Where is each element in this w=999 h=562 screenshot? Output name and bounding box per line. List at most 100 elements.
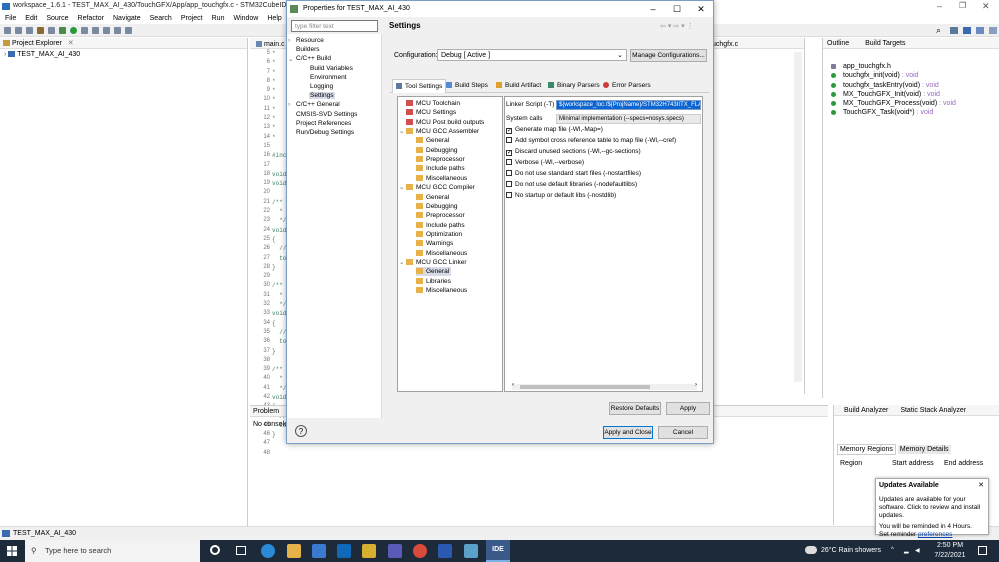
scroll-left-icon[interactable]: ‹ bbox=[512, 382, 514, 388]
search-tool-icon[interactable] bbox=[103, 27, 110, 34]
menu-window[interactable]: Window bbox=[233, 15, 258, 22]
nav-item-project-references[interactable]: Project References bbox=[295, 120, 352, 127]
taskbar-search[interactable]: ⚲ Type here to search bbox=[25, 540, 200, 562]
forward-arrow-icon[interactable]: ⇨ bbox=[673, 23, 679, 30]
outline-tab[interactable]: Outline bbox=[827, 40, 849, 47]
volume-icon[interactable]: ◀ bbox=[915, 547, 920, 554]
tool-item-mcu-gcc-assembler[interactable]: ⌄ MCU GCC Assembler bbox=[399, 127, 481, 136]
tab-build-steps[interactable]: Build Steps bbox=[443, 79, 491, 93]
checkbox-icon[interactable] bbox=[506, 137, 512, 143]
cortana-icon[interactable] bbox=[210, 545, 220, 555]
nav-item-settings[interactable]: Settings bbox=[309, 92, 335, 100]
outline-item[interactable]: touchgfx_taskEntry(void): void bbox=[823, 81, 998, 90]
editor-tab-current[interactable]: uchgfx.c bbox=[712, 39, 738, 50]
notification-close-icon[interactable]: ✕ bbox=[978, 481, 984, 489]
menu-run[interactable]: Run bbox=[212, 15, 225, 22]
checkbox-icon[interactable] bbox=[506, 192, 512, 198]
menu-navigate[interactable]: Navigate bbox=[113, 15, 141, 22]
tab-error-parsers[interactable]: Error Parsers bbox=[600, 79, 654, 93]
file-explorer-icon[interactable] bbox=[287, 544, 301, 558]
search-icon[interactable]: ⌕ bbox=[936, 25, 941, 36]
forward-icon[interactable] bbox=[125, 27, 132, 34]
option-checkbox[interactable]: ✓ Generate map file (-Wl,-Map=) bbox=[506, 126, 603, 134]
tool-item-miscellaneous[interactable]: Miscellaneous bbox=[416, 286, 469, 295]
tool-item-debugging[interactable]: Debugging bbox=[416, 146, 459, 155]
chevron-down-icon[interactable]: ⌄ bbox=[399, 258, 404, 267]
build-icon[interactable] bbox=[37, 27, 44, 34]
ide-perspective-icon[interactable] bbox=[989, 27, 997, 34]
code-content[interactable]: * * * * * * * * * * #inc void void/** * */void{ // t… bbox=[272, 49, 286, 458]
windows-start-icon[interactable] bbox=[7, 546, 17, 556]
clock-date[interactable]: 7/22/2021 bbox=[930, 552, 970, 559]
build-analyzer-tab[interactable]: Build Analyzer bbox=[844, 407, 888, 414]
tool-item-libraries[interactable]: Libraries bbox=[416, 277, 453, 286]
filter-input[interactable]: type filter text bbox=[291, 20, 378, 32]
chevron-down-icon[interactable]: ⌄ bbox=[399, 183, 404, 192]
tab-build-artifact[interactable]: Build Artifact bbox=[493, 79, 544, 93]
checkbox-icon[interactable] bbox=[506, 170, 512, 176]
nav-item-build-variables[interactable]: Build Variables bbox=[309, 65, 354, 72]
checkbox-checked-icon[interactable]: ✓ bbox=[506, 128, 512, 134]
apply-button[interactable]: Apply bbox=[666, 402, 710, 415]
system-calls-select[interactable]: Minimal implementation (--specs=nosys.sp… bbox=[556, 114, 701, 124]
menu-source[interactable]: Source bbox=[46, 15, 68, 22]
option-checkbox[interactable]: Do not use default libraries (-nodefault… bbox=[506, 181, 637, 188]
option-checkbox[interactable]: No startup or default libs (-nostdlib) bbox=[506, 192, 616, 199]
chevron-right-icon[interactable]: › bbox=[288, 101, 290, 108]
tool-item-mcu-gcc-compiler[interactable]: ⌄ MCU GCC Compiler bbox=[399, 183, 477, 192]
tool-item-miscellaneous[interactable]: Miscellaneous bbox=[416, 249, 469, 258]
project-explorer-tab[interactable]: Project Explorer ✕ bbox=[0, 38, 247, 49]
tool-item-mcu-settings[interactable]: MCU Settings bbox=[406, 108, 458, 117]
tool-item-optimization[interactable]: Optimization bbox=[416, 230, 464, 239]
tab-tool-settings[interactable]: Tool Settings bbox=[392, 79, 447, 93]
debug-perspective-icon[interactable] bbox=[976, 27, 984, 34]
nav-item-c-c-general[interactable]: › C/C++ General bbox=[288, 101, 341, 108]
perspective-icon[interactable] bbox=[950, 27, 958, 34]
outlook-icon[interactable] bbox=[337, 544, 351, 558]
dialog-close-icon[interactable]: ✕ bbox=[689, 1, 713, 17]
menu-project[interactable]: Project bbox=[181, 15, 203, 22]
tool-item-include-paths[interactable]: Include paths bbox=[416, 221, 467, 230]
close-view-icon[interactable]: ✕ bbox=[68, 40, 74, 47]
nav-item-cmsis-svd-settings[interactable]: CMSIS-SVD Settings bbox=[295, 111, 358, 118]
configuration-select[interactable]: Debug [ Active ] ⌄ bbox=[437, 49, 627, 61]
stm32cubeide-taskbar-button[interactable]: IDE bbox=[486, 540, 510, 562]
back-icon[interactable] bbox=[114, 27, 121, 34]
close-icon[interactable]: ✕ bbox=[982, 1, 990, 12]
build-targets-tab[interactable]: Build Targets bbox=[865, 40, 905, 47]
option-checkbox[interactable]: Verbose (-Wl,--verbose) bbox=[506, 159, 584, 166]
new-icon[interactable] bbox=[4, 27, 11, 34]
tool-item-mcu-toolchain[interactable]: MCU Toolchain bbox=[406, 99, 462, 108]
memory-regions-tab[interactable]: Memory Regions bbox=[837, 444, 896, 455]
chevron-down-icon[interactable]: ⌄ bbox=[288, 55, 293, 63]
outline-item[interactable]: MX_TouchGFX_Process(void): void bbox=[823, 99, 998, 108]
cancel-button[interactable]: Cancel bbox=[658, 426, 708, 439]
view-menu-icon[interactable]: ⋮ bbox=[687, 23, 694, 30]
scroll-right-icon[interactable]: › bbox=[695, 382, 697, 388]
checkbox-icon[interactable] bbox=[506, 159, 512, 165]
outline-item[interactable]: app_touchgfx.h bbox=[823, 62, 998, 71]
checkbox-checked-icon[interactable]: ✓ bbox=[506, 150, 512, 156]
cpp-perspective-icon[interactable] bbox=[963, 27, 971, 34]
tool-item-general[interactable]: General bbox=[416, 136, 451, 145]
notifications-icon[interactable] bbox=[978, 546, 987, 555]
external-tools-icon[interactable] bbox=[81, 27, 88, 34]
forward-menu-icon[interactable]: ▾ bbox=[681, 23, 685, 30]
updates-notification[interactable]: Updates Available ✕ Updates are availabl… bbox=[875, 478, 989, 538]
static-stack-analyzer-tab[interactable]: Static Stack Analyzer bbox=[900, 407, 966, 414]
explorer-folder-icon[interactable] bbox=[362, 544, 376, 558]
mail-icon[interactable] bbox=[312, 544, 326, 558]
tree-item-project[interactable]: › TEST_MAX_AI_430 bbox=[4, 51, 80, 58]
word-icon[interactable] bbox=[438, 544, 452, 558]
chrome-icon[interactable] bbox=[413, 544, 427, 558]
nav-item-run-debug-settings[interactable]: Run/Debug Settings bbox=[295, 129, 355, 136]
back-menu-icon[interactable]: ▾ bbox=[668, 23, 672, 30]
apply-and-close-button[interactable]: Apply and Close bbox=[603, 426, 653, 439]
debug-icon[interactable] bbox=[59, 27, 66, 34]
run-icon[interactable] bbox=[70, 27, 77, 34]
help-icon[interactable]: ? bbox=[295, 425, 307, 437]
outline-item[interactable]: touchgfx_init(void): void bbox=[823, 71, 998, 80]
nav-item-logging[interactable]: Logging bbox=[309, 83, 334, 90]
edge-icon[interactable] bbox=[261, 544, 275, 558]
memory-details-tab[interactable]: Memory Details bbox=[897, 445, 951, 454]
